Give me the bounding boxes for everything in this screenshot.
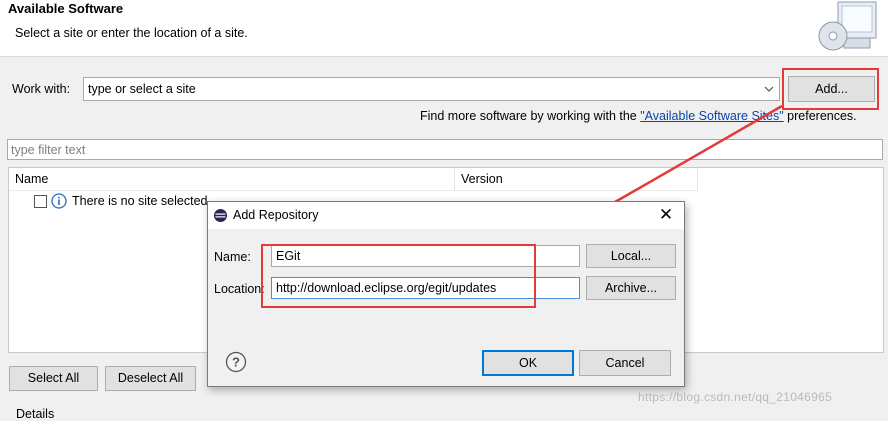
ok-button[interactable]: OK [482, 350, 574, 376]
svg-text:?: ? [232, 355, 240, 370]
location-label: Location: [214, 282, 265, 296]
watermark: https://blog.csdn.net/qq_21046965 [638, 390, 833, 404]
archive-button[interactable]: Archive... [586, 276, 676, 300]
close-icon[interactable]: ✕ [657, 206, 675, 224]
name-label: Name: [214, 250, 251, 264]
cancel-button[interactable]: Cancel [579, 350, 671, 376]
fields-highlight-box [261, 244, 536, 308]
help-icon[interactable]: ? [225, 351, 247, 373]
local-button[interactable]: Local... [586, 244, 676, 268]
dialog-title: Add Repository [233, 208, 319, 222]
eclipse-icon [214, 209, 227, 222]
